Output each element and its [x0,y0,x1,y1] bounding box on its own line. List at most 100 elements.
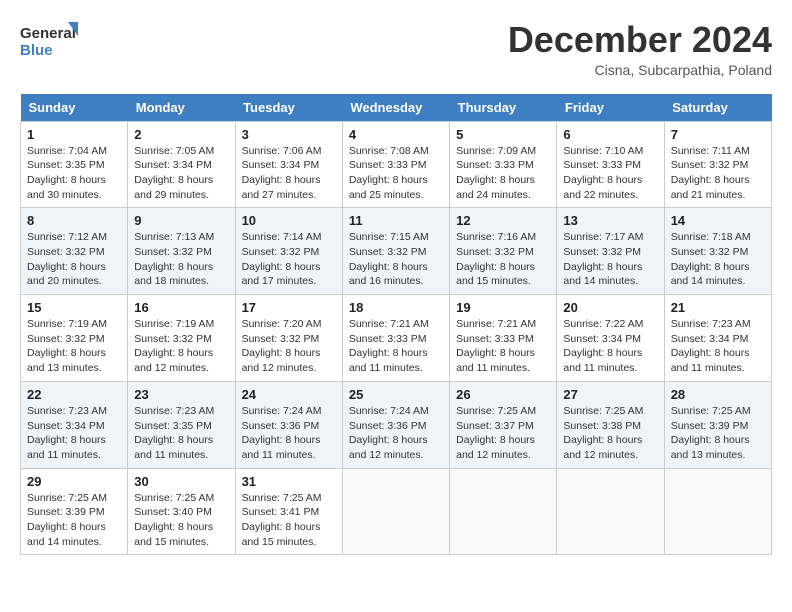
title-block: December 2024 Cisna, Subcarpathia, Polan… [508,20,772,78]
logo: GeneralBlue [20,20,80,60]
day-number: 13 [563,213,657,228]
day-info: Sunrise: 7:10 AMSunset: 3:33 PMDaylight:… [563,144,657,203]
day-number: 29 [27,474,121,489]
day-info: Sunrise: 7:11 AMSunset: 3:32 PMDaylight:… [671,144,765,203]
day-info: Sunrise: 7:19 AMSunset: 3:32 PMDaylight:… [134,317,228,376]
day-number: 31 [242,474,336,489]
calendar-cell [557,468,664,555]
calendar-cell: 30 Sunrise: 7:25 AMSunset: 3:40 PMDayligh… [128,468,235,555]
calendar-cell: 12 Sunrise: 7:16 AMSunset: 3:32 PMDayligh… [450,208,557,295]
day-info: Sunrise: 7:08 AMSunset: 3:33 PMDaylight:… [349,144,443,203]
day-info: Sunrise: 7:25 AMSunset: 3:38 PMDaylight:… [563,404,657,463]
day-info: Sunrise: 7:23 AMSunset: 3:35 PMDaylight:… [134,404,228,463]
day-info: Sunrise: 7:21 AMSunset: 3:33 PMDaylight:… [349,317,443,376]
day-info: Sunrise: 7:16 AMSunset: 3:32 PMDaylight:… [456,230,550,289]
calendar-cell: 20 Sunrise: 7:22 AMSunset: 3:34 PMDayligh… [557,295,664,382]
day-number: 28 [671,387,765,402]
day-info: Sunrise: 7:13 AMSunset: 3:32 PMDaylight:… [134,230,228,289]
weekday-header-thursday: Thursday [450,94,557,122]
day-info: Sunrise: 7:14 AMSunset: 3:32 PMDaylight:… [242,230,336,289]
day-number: 6 [563,127,657,142]
day-number: 19 [456,300,550,315]
calendar-week-row: 15 Sunrise: 7:19 AMSunset: 3:32 PMDayligh… [21,295,772,382]
day-number: 1 [27,127,121,142]
day-number: 17 [242,300,336,315]
day-info: Sunrise: 7:12 AMSunset: 3:32 PMDaylight:… [27,230,121,289]
calendar-cell: 15Sunrise: 7:19 AMSunset: 3:32 PMDayligh… [21,295,128,382]
calendar-cell: 23Sunrise: 7:23 AMSunset: 3:35 PMDayligh… [128,381,235,468]
calendar-table: SundayMondayTuesdayWednesdayThursdayFrid… [20,94,772,556]
calendar-cell: 8 Sunrise: 7:12 AMSunset: 3:32 PMDaylight… [21,208,128,295]
weekday-header-tuesday: Tuesday [235,94,342,122]
day-info: Sunrise: 7:04 AMSunset: 3:35 PMDaylight:… [27,144,121,203]
calendar-header: SundayMondayTuesdayWednesdayThursdayFrid… [21,94,772,122]
day-info: Sunrise: 7:21 AMSunset: 3:33 PMDaylight:… [456,317,550,376]
day-number: 12 [456,213,550,228]
calendar-cell: 21Sunrise: 7:23 AMSunset: 3:34 PMDayligh… [664,295,771,382]
calendar-cell: 11Sunrise: 7:15 AMSunset: 3:32 PMDayligh… [342,208,449,295]
svg-text:General: General [20,25,76,42]
calendar-cell [450,468,557,555]
day-number: 20 [563,300,657,315]
day-info: Sunrise: 7:25 AMSunset: 3:40 PMDaylight:… [134,491,228,550]
calendar-cell: 19 Sunrise: 7:21 AMSunset: 3:33 PMDayligh… [450,295,557,382]
day-info: Sunrise: 7:15 AMSunset: 3:32 PMDaylight:… [349,230,443,289]
day-info: Sunrise: 7:20 AMSunset: 3:32 PMDaylight:… [242,317,336,376]
calendar-week-row: 29 Sunrise: 7:25 AMSunset: 3:39 PMDayligh… [21,468,772,555]
calendar-cell: 5Sunrise: 7:09 AMSunset: 3:33 PMDaylight… [450,121,557,208]
day-info: Sunrise: 7:25 AMSunset: 3:37 PMDaylight:… [456,404,550,463]
month-title: December 2024 [508,20,772,60]
calendar-cell: 27 Sunrise: 7:25 AMSunset: 3:38 PMDayligh… [557,381,664,468]
calendar-cell: 2Sunrise: 7:05 AMSunset: 3:34 PMDaylight… [128,121,235,208]
calendar-week-row: 8 Sunrise: 7:12 AMSunset: 3:32 PMDaylight… [21,208,772,295]
day-info: Sunrise: 7:24 AMSunset: 3:36 PMDaylight:… [349,404,443,463]
day-number: 30 [134,474,228,489]
day-number: 16 [134,300,228,315]
day-info: Sunrise: 7:25 AMSunset: 3:39 PMDaylight:… [27,491,121,550]
calendar-cell: 10 Sunrise: 7:14 AMSunset: 3:32 PMDayligh… [235,208,342,295]
day-info: Sunrise: 7:18 AMSunset: 3:32 PMDaylight:… [671,230,765,289]
weekday-header-friday: Friday [557,94,664,122]
calendar-cell: 1 Sunrise: 7:04 AMSunset: 3:35 PMDaylight… [21,121,128,208]
calendar-cell: 24Sunrise: 7:24 AMSunset: 3:36 PMDayligh… [235,381,342,468]
calendar-cell: 28 Sunrise: 7:25 AMSunset: 3:39 PMDayligh… [664,381,771,468]
day-number: 22 [27,387,121,402]
day-number: 27 [563,387,657,402]
weekday-header-saturday: Saturday [664,94,771,122]
day-number: 14 [671,213,765,228]
calendar-cell: 22Sunrise: 7:23 AMSunset: 3:34 PMDayligh… [21,381,128,468]
day-number: 24 [242,387,336,402]
day-number: 25 [349,387,443,402]
calendar-cell: 31 Sunrise: 7:25 AMSunset: 3:41 PMDayligh… [235,468,342,555]
calendar-cell: 7 Sunrise: 7:11 AMSunset: 3:32 PMDaylight… [664,121,771,208]
calendar-cell: 3 Sunrise: 7:06 AMSunset: 3:34 PMDaylight… [235,121,342,208]
day-number: 7 [671,127,765,142]
calendar-cell: 25 Sunrise: 7:24 AMSunset: 3:36 PMDayligh… [342,381,449,468]
weekday-header-wednesday: Wednesday [342,94,449,122]
day-number: 21 [671,300,765,315]
day-number: 2 [134,127,228,142]
calendar-cell: 6 Sunrise: 7:10 AMSunset: 3:33 PMDaylight… [557,121,664,208]
day-number: 8 [27,213,121,228]
calendar-week-row: 22Sunrise: 7:23 AMSunset: 3:34 PMDayligh… [21,381,772,468]
day-number: 10 [242,213,336,228]
calendar-cell: 17 Sunrise: 7:20 AMSunset: 3:32 PMDayligh… [235,295,342,382]
location: Cisna, Subcarpathia, Poland [508,62,772,78]
day-number: 4 [349,127,443,142]
day-info: Sunrise: 7:25 AMSunset: 3:41 PMDaylight:… [242,491,336,550]
day-number: 15 [27,300,121,315]
calendar-cell: 16 Sunrise: 7:19 AMSunset: 3:32 PMDayligh… [128,295,235,382]
day-number: 5 [456,127,550,142]
day-info: Sunrise: 7:25 AMSunset: 3:39 PMDaylight:… [671,404,765,463]
calendar-cell: 9 Sunrise: 7:13 AMSunset: 3:32 PMDaylight… [128,208,235,295]
day-number: 9 [134,213,228,228]
page-header: GeneralBlue December 2024 Cisna, Subcarp… [20,20,772,78]
day-info: Sunrise: 7:17 AMSunset: 3:32 PMDaylight:… [563,230,657,289]
logo-svg: GeneralBlue [20,20,80,60]
day-info: Sunrise: 7:06 AMSunset: 3:34 PMDaylight:… [242,144,336,203]
day-info: Sunrise: 7:22 AMSunset: 3:34 PMDaylight:… [563,317,657,376]
calendar-cell [664,468,771,555]
calendar-cell: 26Sunrise: 7:25 AMSunset: 3:37 PMDayligh… [450,381,557,468]
svg-text:Blue: Blue [20,42,53,59]
day-number: 3 [242,127,336,142]
